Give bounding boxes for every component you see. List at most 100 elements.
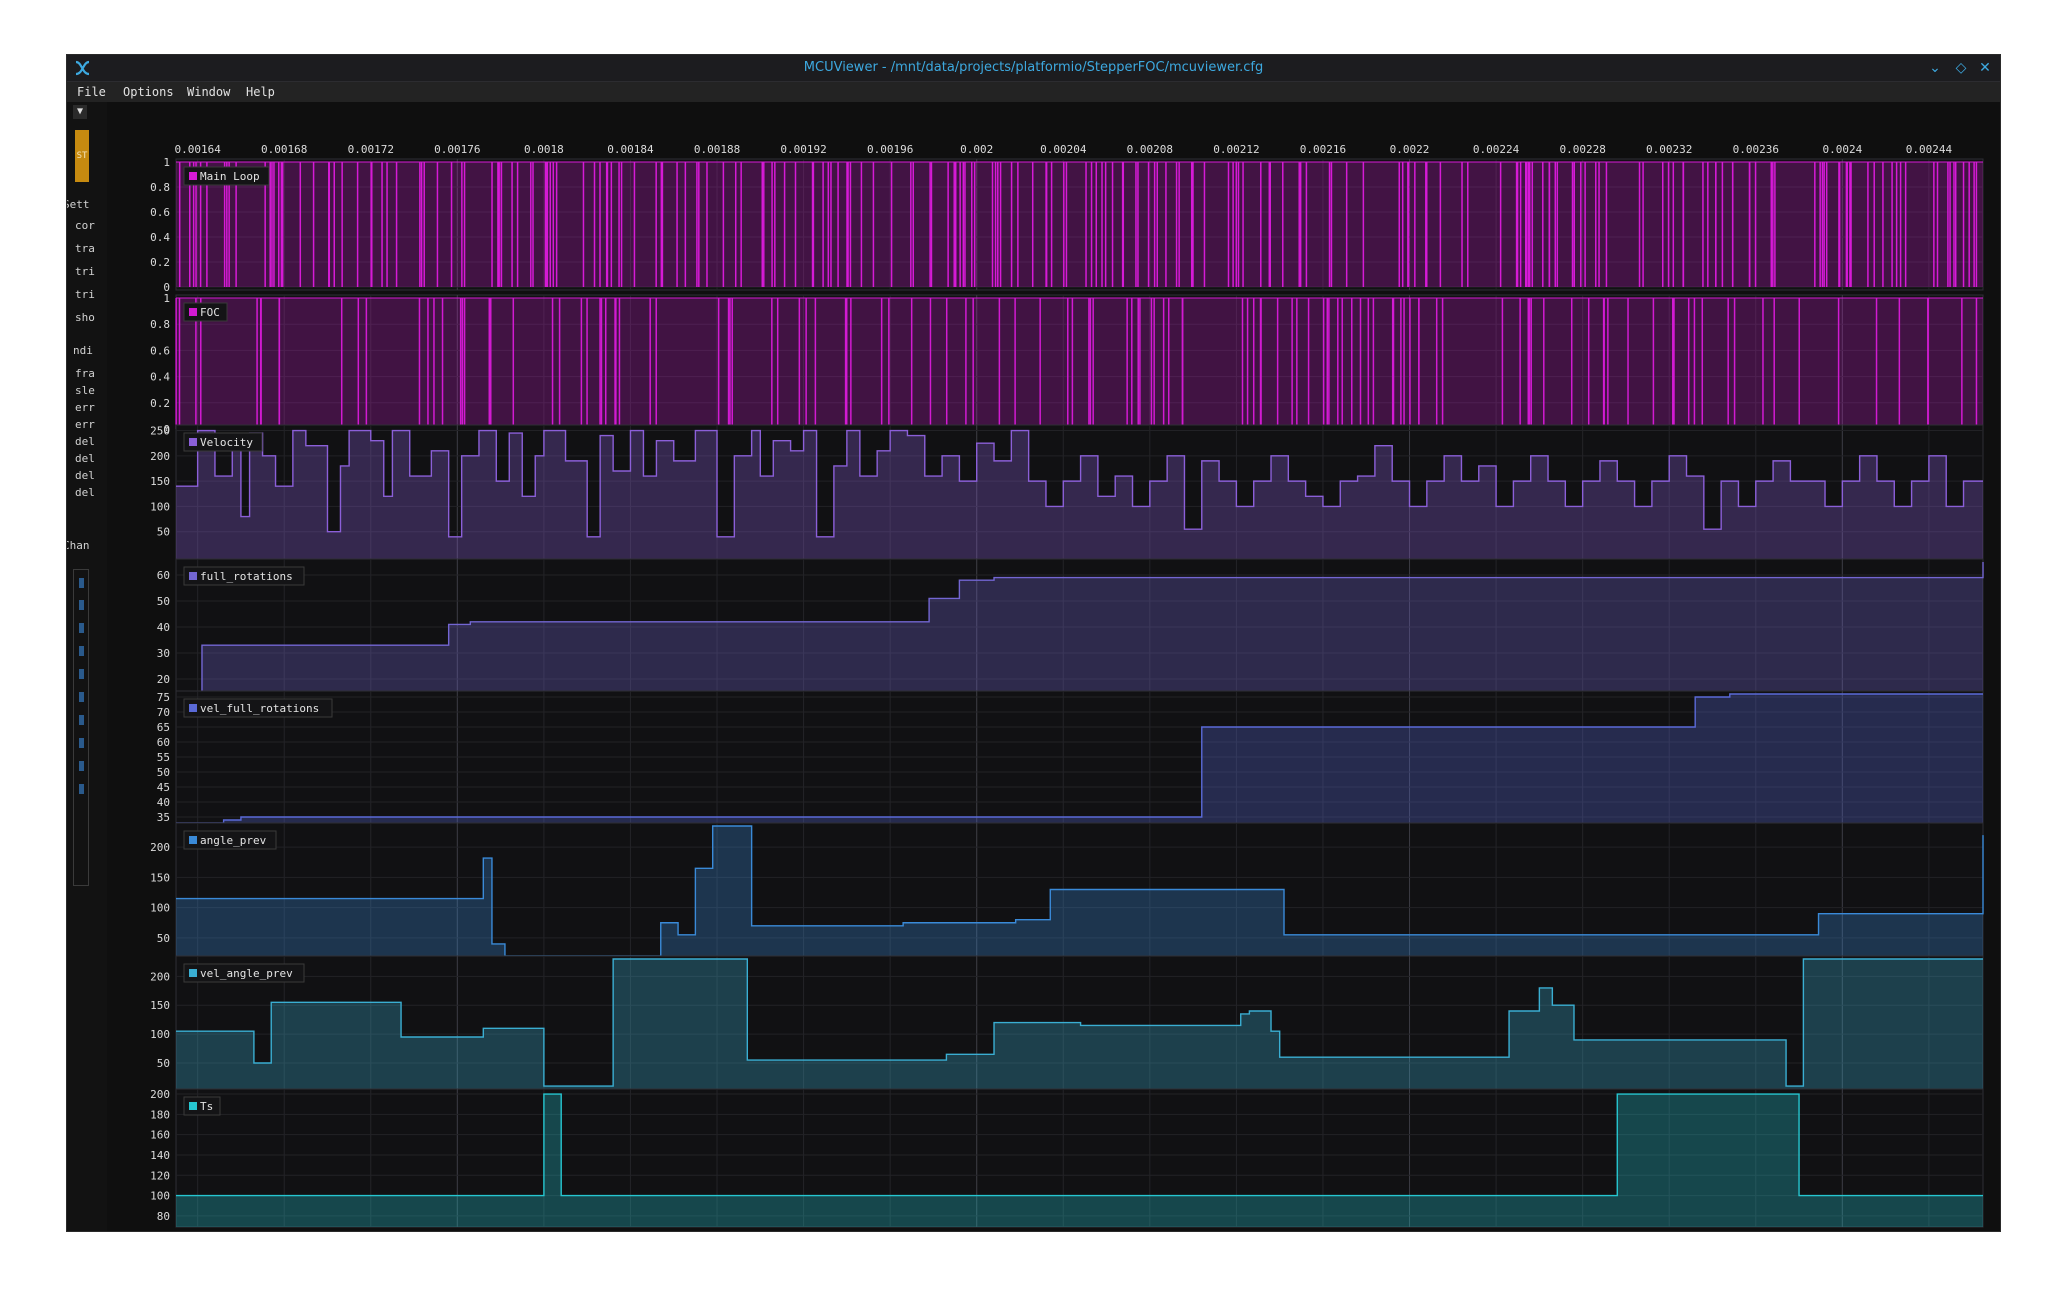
y-tick-label: 120 bbox=[150, 1169, 170, 1182]
time-tick-label: 0.00204 bbox=[1040, 143, 1087, 156]
y-tick-label: 0.2 bbox=[150, 256, 170, 269]
sidebar-option-label: ndi bbox=[73, 344, 93, 357]
legend-label: angle_prev bbox=[200, 834, 267, 847]
sidebar-option-label: del bbox=[75, 486, 95, 499]
y-tick-label: 20 bbox=[157, 673, 170, 686]
legend-swatch bbox=[189, 572, 197, 580]
channel-checkbox[interactable] bbox=[79, 715, 84, 725]
y-tick-label: 140 bbox=[150, 1149, 170, 1162]
y-tick-label: 200 bbox=[150, 841, 170, 854]
plots-canvas[interactable]: 0.00164 0.00168 0.00172 0.00176 0.0018 0.0018… bbox=[107, 102, 2000, 1231]
time-tick-label: 0.00244 bbox=[1906, 143, 1953, 156]
y-tick-label: 0.8 bbox=[150, 181, 170, 194]
start-button[interactable]: ST bbox=[75, 130, 89, 182]
sidebar-option-label: tri bbox=[75, 265, 95, 278]
window-title: MCUViewer - /mnt/data/projects/platformi… bbox=[803, 60, 1264, 75]
legend-label: vel_full_rotations bbox=[200, 702, 319, 715]
sidebar-option-label: del bbox=[75, 452, 95, 465]
y-tick-label: 60 bbox=[157, 736, 170, 749]
sidebar-option-label: tri bbox=[75, 288, 95, 301]
time-tick-label: 0.0024 bbox=[1822, 143, 1862, 156]
time-tick-label: 0.002 bbox=[960, 143, 993, 156]
settings-label: Sett bbox=[67, 198, 90, 211]
legend: FOC bbox=[183, 302, 228, 322]
y-tick-label: 0.4 bbox=[150, 231, 170, 244]
y-tick-label: 180 bbox=[150, 1108, 170, 1121]
plot-ts: 80 100 120 140 160 180 200 Ts bbox=[150, 1088, 1984, 1228]
channel-checkbox[interactable] bbox=[79, 623, 84, 633]
plot-area[interactable]: 0.00164 0.00168 0.00172 0.00176 0.0018 0.0018… bbox=[107, 102, 2000, 1231]
y-tick-label: 160 bbox=[150, 1129, 170, 1142]
sidebar-option-label: del bbox=[75, 469, 95, 482]
channel-checkbox[interactable] bbox=[79, 692, 84, 702]
legend-swatch bbox=[189, 704, 197, 712]
y-tick-label: 0.6 bbox=[150, 344, 170, 357]
title-bar[interactable]: MCUViewer - /mnt/data/projects/platformi… bbox=[67, 55, 2000, 82]
y-tick-label: 100 bbox=[150, 1028, 170, 1041]
signal-area bbox=[176, 162, 1983, 287]
time-tick-label: 0.00216 bbox=[1300, 143, 1346, 156]
plot-angle-prev: 50 100 150 200 angle_prev bbox=[150, 822, 1984, 960]
y-tick-label: 0.4 bbox=[150, 371, 170, 384]
channel-list-panel[interactable] bbox=[73, 569, 89, 886]
maximize-diamond-icon[interactable]: ◇ bbox=[1952, 59, 1970, 77]
channels-label: Chan bbox=[67, 539, 90, 552]
menu-window[interactable]: Window bbox=[187, 85, 230, 99]
channel-checkbox[interactable] bbox=[79, 738, 84, 748]
y-tick-label: 75 bbox=[157, 691, 170, 704]
legend: Velocity bbox=[183, 432, 263, 452]
time-tick-label: 0.00188 bbox=[694, 143, 740, 156]
plot-velocity: 50 100 150 200 250 Velocity bbox=[150, 424, 1984, 561]
y-tick-label: 0.8 bbox=[150, 318, 170, 331]
sidebar-option-label: tra bbox=[75, 242, 95, 255]
menu-help[interactable]: Help bbox=[246, 85, 275, 99]
y-tick-label: 100 bbox=[150, 1190, 170, 1203]
y-tick-label: 150 bbox=[150, 871, 170, 884]
legend: Main Loop bbox=[183, 166, 270, 186]
legend-swatch bbox=[189, 172, 197, 180]
y-tick-label: 200 bbox=[150, 450, 170, 463]
close-icon[interactable]: ✕ bbox=[1976, 59, 1994, 77]
channel-checkbox[interactable] bbox=[79, 578, 84, 588]
channel-checkbox[interactable] bbox=[79, 600, 84, 610]
y-tick-label: 150 bbox=[150, 999, 170, 1012]
legend: full_rotations bbox=[183, 566, 305, 586]
sidebar-option-label: del bbox=[75, 435, 95, 448]
time-tick-label: 0.00232 bbox=[1646, 143, 1692, 156]
time-tick-label: 0.00172 bbox=[348, 143, 394, 156]
channel-checkbox[interactable] bbox=[79, 646, 84, 656]
sidebar-dropdown-icon[interactable]: ▼ bbox=[73, 105, 87, 119]
plot-foc: 00.20.40.60.81FOC bbox=[150, 292, 1984, 436]
minimize-chevron-down-icon[interactable]: ⌄ bbox=[1926, 59, 1944, 77]
y-tick-label: 50 bbox=[157, 595, 170, 608]
signal-area bbox=[176, 298, 1983, 429]
menu-options[interactable]: Options bbox=[123, 85, 174, 99]
y-tick-label: 100 bbox=[150, 902, 170, 915]
y-tick-label: 0.6 bbox=[150, 206, 170, 219]
y-tick-label: 40 bbox=[157, 621, 170, 634]
legend-swatch bbox=[189, 1102, 197, 1110]
menu-file[interactable]: File bbox=[77, 85, 106, 99]
app-window: MCUViewer - /mnt/data/projects/platformi… bbox=[66, 54, 2001, 1232]
channel-checkbox[interactable] bbox=[79, 784, 84, 794]
y-tick-label: 0.2 bbox=[150, 397, 170, 410]
legend-swatch bbox=[189, 438, 197, 446]
time-tick-label: 0.00168 bbox=[261, 143, 307, 156]
y-tick-label: 60 bbox=[157, 569, 170, 582]
channel-checkbox[interactable] bbox=[79, 761, 84, 771]
y-tick-label: 80 bbox=[157, 1210, 170, 1223]
plot-full-rotations: 20 30 40 50 60 full_rotations bbox=[157, 558, 1984, 696]
y-tick-label: 1 bbox=[163, 292, 170, 305]
channel-checkbox[interactable] bbox=[79, 669, 84, 679]
time-tick-label: 0.00196 bbox=[867, 143, 913, 156]
time-tick-label: 0.0022 bbox=[1390, 143, 1430, 156]
y-tick-label: 200 bbox=[150, 970, 170, 983]
sidebar: ▼ ST Sett cor tra tri tri sho ndi fra sl… bbox=[67, 102, 108, 1231]
legend-label: vel_angle_prev bbox=[200, 967, 293, 980]
sidebar-option-label: err bbox=[75, 418, 95, 431]
time-tick-label: 0.00184 bbox=[607, 143, 654, 156]
legend: vel_angle_prev bbox=[183, 963, 305, 983]
y-tick-label: 45 bbox=[157, 781, 170, 794]
time-tick-label: 0.00208 bbox=[1127, 143, 1173, 156]
legend-swatch bbox=[189, 969, 197, 977]
